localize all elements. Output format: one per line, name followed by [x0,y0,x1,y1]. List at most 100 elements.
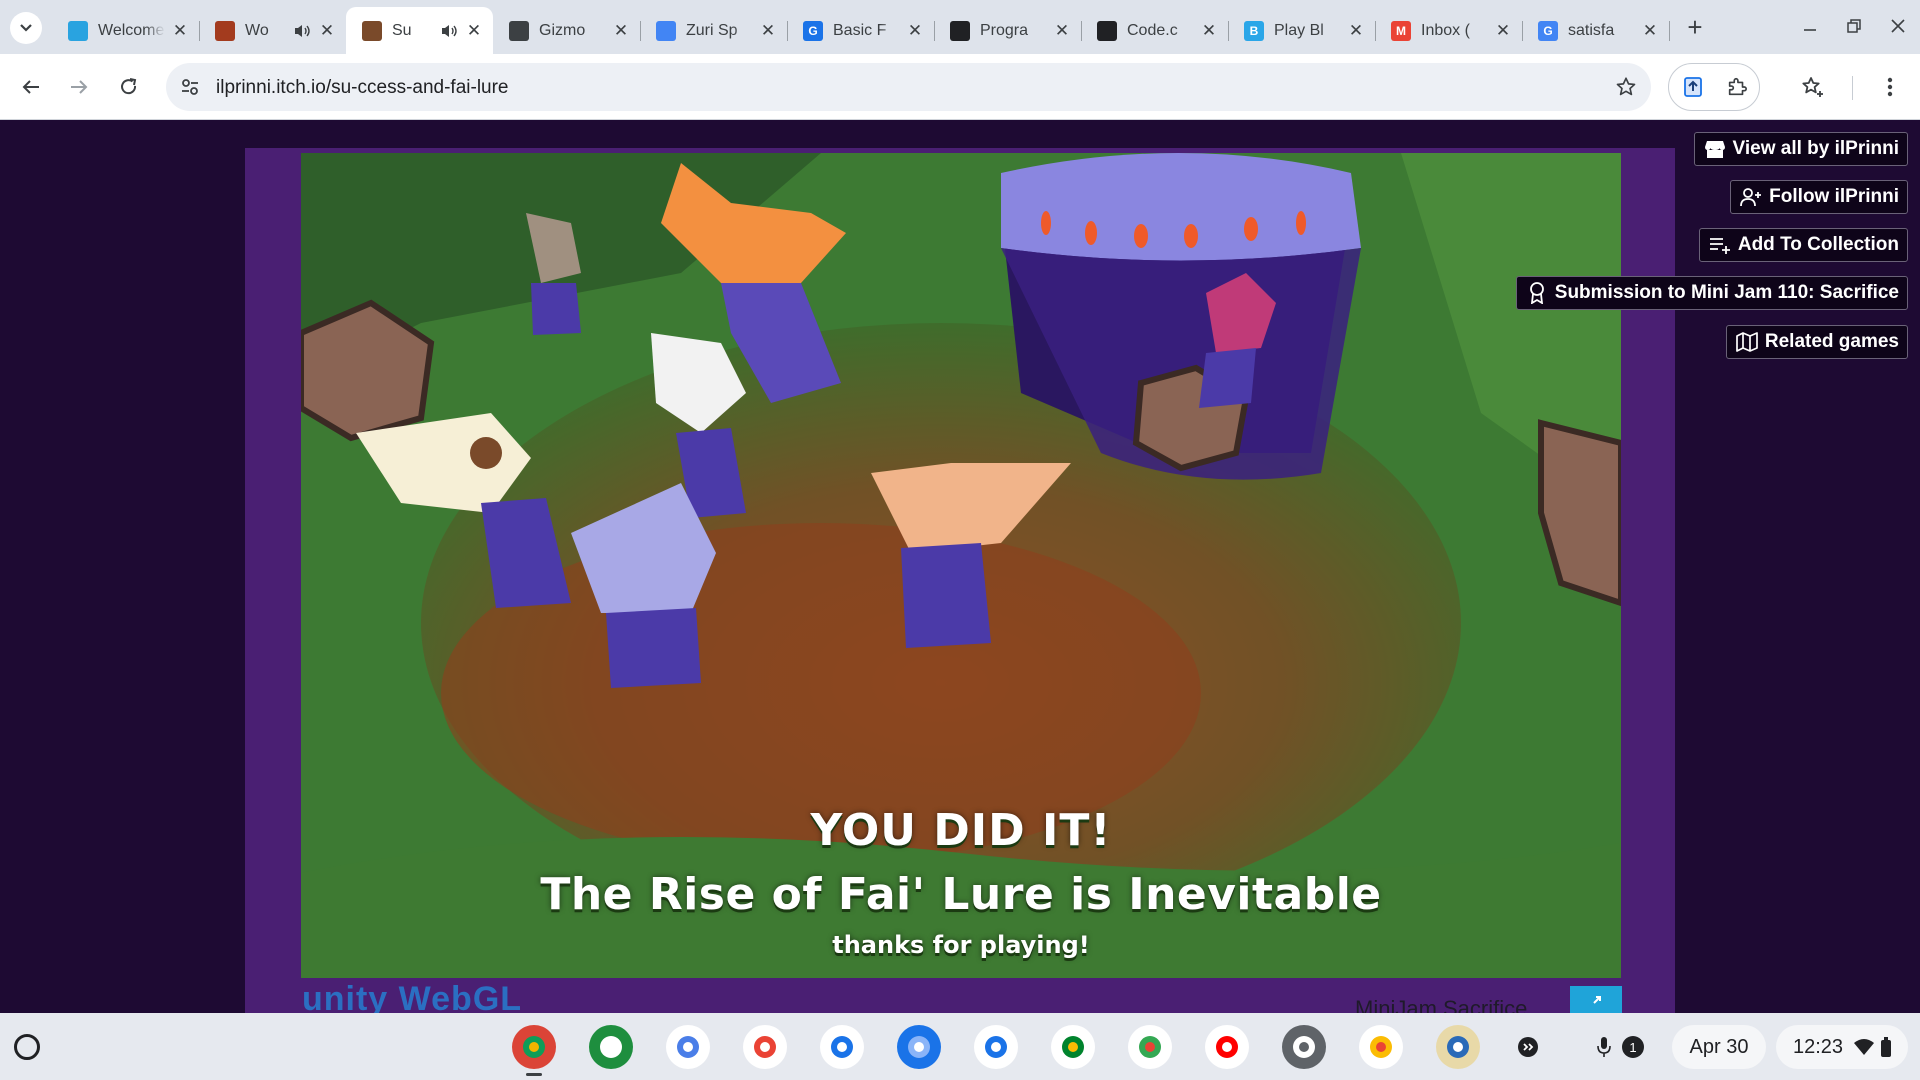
tab-list: Welcome ✕ Wo ✕ Su ✕ Gizmo ✕ Zuri Sp ✕ G Basic F ✕ Pro… [52,7,1670,54]
gmail-icon[interactable] [743,1025,787,1069]
close-tab-icon[interactable]: ✕ [1347,21,1365,40]
follow-button[interactable]: Follow ilPrinni [1730,180,1908,214]
close-tab-icon[interactable]: ✕ [612,21,630,40]
code-favicon [950,20,970,41]
close-tab-icon[interactable]: ✕ [1200,21,1218,40]
forward-button[interactable] [61,69,97,105]
extensions-group [1668,63,1760,111]
launcher-button[interactable] [14,1034,40,1060]
gemini-icon[interactable] [666,1025,710,1069]
tab-3[interactable]: Su ✕ [346,7,493,54]
game-canvas[interactable]: YOU DID IT! The Rise of Fai' Lure is Ine… [301,153,1621,978]
itch-game-page: YOU DID IT! The Rise of Fai' Lure is Ine… [0,120,1920,1013]
google-favicon: G [1538,20,1558,41]
close-tab-icon[interactable]: ✕ [759,21,777,40]
end-subtitle: The Rise of Fai' Lure is Inevitable [540,869,1382,920]
fullscreen-icon [1593,996,1601,1004]
tab-9[interactable]: B Play Bl ✕ [1228,7,1376,54]
game-app-icon[interactable] [1436,1025,1480,1069]
extensions-button[interactable] [1719,69,1755,105]
chromeos-shelf: 1 Apr 30 12:23 [0,1013,1920,1080]
close-tab-icon[interactable]: ✕ [318,21,336,40]
back-button[interactable] [13,69,49,105]
add-to-collection-button[interactable]: Add To Collection [1698,228,1908,262]
tab-11[interactable]: Gsatisfa ✕ [1522,7,1670,54]
wifi-icon [1854,1039,1875,1055]
site-info-icon[interactable] [178,75,202,99]
puzzle-icon [1728,77,1747,96]
docs-favicon [656,20,676,41]
close-tab-icon[interactable]: ✕ [171,21,189,40]
view-all-button[interactable]: View all by ilPrinni [1693,132,1908,166]
bookmarks-button[interactable] [1795,69,1831,105]
close-tab-icon[interactable]: ✕ [465,21,483,40]
minimize-button[interactable] [1792,10,1828,42]
tab-8[interactable]: Code.c ✕ [1081,7,1229,54]
tab-title: Su [392,21,412,39]
youtube-icon[interactable] [1205,1025,1249,1069]
tab-search-button[interactable] [10,12,42,44]
speaker-icon[interactable] [294,23,312,39]
calendar-icon[interactable] [820,1025,864,1069]
close-tab-icon[interactable]: ✕ [1494,21,1512,40]
tab-title: Play Bl [1274,21,1324,39]
restore-icon [1847,19,1861,33]
game-favicon [215,20,235,41]
screen-capture-button[interactable] [1508,1025,1548,1069]
new-tab-button[interactable]: + [1680,12,1710,42]
address-bar[interactable]: ilprinni.itch.io/su-ccess-and-fai-lure [166,63,1651,111]
notification-count-badge: 1 [1622,1036,1644,1058]
chrome-icon[interactable] [512,1025,556,1076]
related-games-button[interactable]: Related games [1725,325,1908,359]
chevron-down-icon [20,24,32,32]
tab-title: Zuri Sp [686,21,738,39]
date-pill[interactable]: Apr 30 [1672,1025,1766,1069]
b-favicon: B [1244,20,1264,41]
tab-2[interactable]: Wo ✕ [199,7,346,54]
files-icon[interactable] [897,1025,941,1069]
toolbar-divider [1852,76,1853,100]
close-tab-icon[interactable]: ✕ [906,21,924,40]
minimize-icon [1804,29,1816,31]
tab-title: satisfa [1568,21,1615,39]
jam-submission-button[interactable]: Submission to Mini Jam 110: Sacrifice [1515,276,1908,310]
end-thanks: thanks for playing! [832,931,1090,959]
speaker-icon[interactable] [441,23,459,39]
close-window-button[interactable] [1880,10,1916,42]
tab-10[interactable]: M Inbox (✕ [1375,7,1523,54]
tab-title: Code.c [1127,21,1178,39]
restore-button[interactable] [1836,10,1872,42]
meet-icon[interactable] [1051,1025,1095,1069]
reload-button[interactable] [111,69,147,105]
tab-4[interactable]: Gizmo ✕ [493,7,641,54]
tab-5[interactable]: Zuri Sp ✕ [640,7,788,54]
menu-button[interactable] [1872,69,1908,105]
play-store-icon[interactable] [1128,1025,1172,1069]
tab-title: Welcome [98,21,165,39]
tab-6[interactable]: G Basic F ✕ [787,7,935,54]
tab-7[interactable]: Progra ✕ [934,7,1082,54]
close-tab-icon[interactable]: ✕ [1641,21,1659,40]
photos-icon[interactable] [1359,1025,1403,1069]
status-tray[interactable]: 12:23 [1776,1025,1908,1069]
upload-extension-button[interactable] [1675,69,1711,105]
voice-and-notifications[interactable]: 1 [1585,1025,1655,1069]
close-tab-icon[interactable]: ✕ [1053,21,1071,40]
settings-icon[interactable] [1282,1025,1326,1069]
map-icon [1735,330,1759,354]
itch-logo-icon [1703,137,1727,161]
clock-label: 12:23 [1792,1035,1844,1058]
contact-favicon [509,20,529,41]
app-launcher-icon[interactable] [589,1025,633,1069]
tab-title: Gizmo [539,21,586,39]
tab-title: Inbox ( [1421,21,1470,39]
reload-icon [121,78,137,95]
messages-icon[interactable] [974,1025,1018,1069]
upload-extension-icon [1684,77,1702,97]
tab-separator [1669,21,1670,41]
tab-title: Basic F [833,21,887,39]
fullscreen-button[interactable] [1570,986,1622,1013]
tab-1[interactable]: Welcome ✕ [52,7,200,54]
bookmark-star-icon[interactable] [1613,74,1639,100]
url-text[interactable]: ilprinni.itch.io/su-ccess-and-fai-lure [216,77,509,99]
